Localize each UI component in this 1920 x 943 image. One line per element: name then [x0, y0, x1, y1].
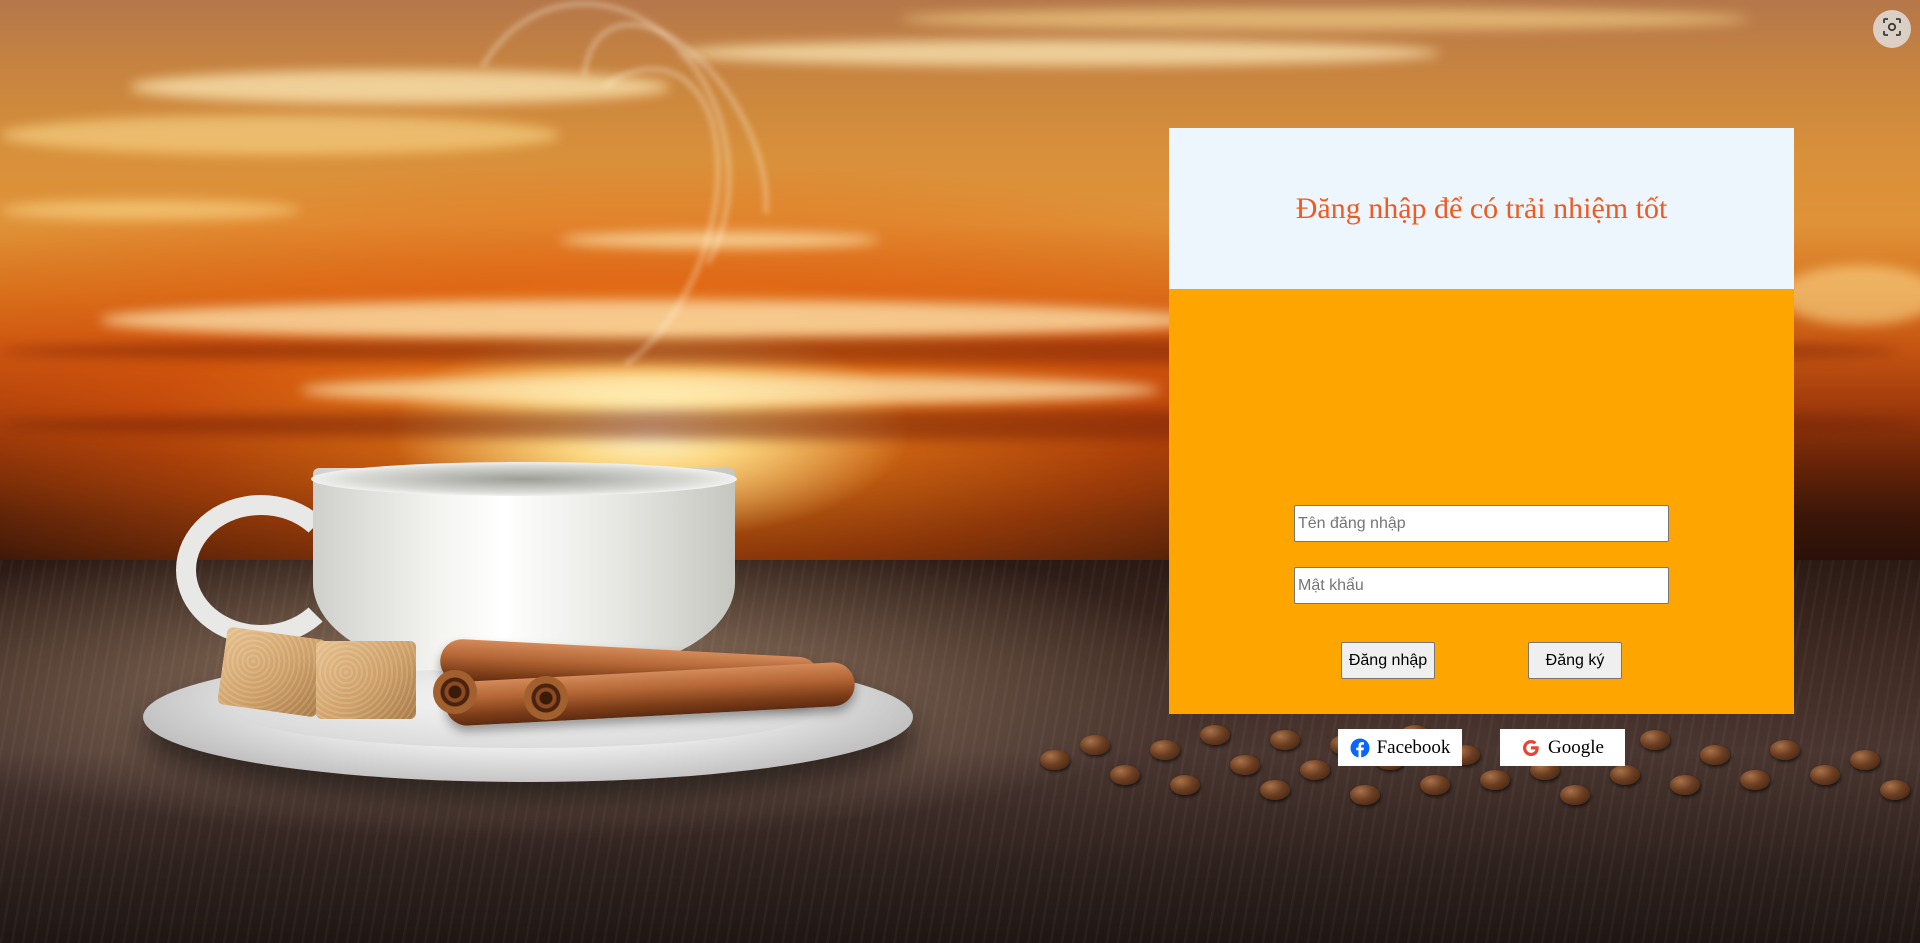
google-icon: [1521, 738, 1541, 758]
coffee-bean: [1740, 770, 1770, 790]
coffee-bean: [1420, 775, 1450, 795]
coffee-bean: [1110, 765, 1140, 785]
coffee-bean: [1270, 730, 1300, 750]
login-page: Đăng nhập để có trải nhiệm tốt Đăng nhập…: [0, 0, 1920, 943]
cloud: [300, 375, 1160, 405]
login-form-panel: Đăng nhập để có trải nhiệm tốt Đăng nhập…: [1169, 128, 1794, 766]
coffee-bean: [1810, 765, 1840, 785]
coffee-bean: [1880, 780, 1910, 800]
coffee-bean: [1350, 785, 1380, 805]
coffee-bean: [1040, 750, 1070, 770]
password-input[interactable]: [1294, 567, 1669, 604]
cinnamon-stick-end: [433, 670, 477, 714]
coffee-bean: [1850, 750, 1880, 770]
cloud: [680, 40, 1440, 66]
screenshot-capture-button[interactable]: [1873, 10, 1911, 48]
coffee-bean: [1700, 745, 1730, 765]
coffee-bean: [1640, 730, 1670, 750]
cup-rim: [311, 462, 737, 496]
google-login-button[interactable]: Google: [1500, 729, 1625, 766]
login-panel-header: Đăng nhập để có trải nhiệm tốt: [1169, 128, 1794, 289]
sugar-cube: [316, 641, 416, 719]
coffee-bean: [1150, 740, 1180, 760]
register-button[interactable]: Đăng ký: [1528, 642, 1622, 679]
screenshot-capture-icon: [1882, 17, 1902, 42]
login-title: Đăng nhập để có trải nhiệm tốt: [1295, 191, 1668, 225]
username-input[interactable]: [1294, 505, 1669, 542]
coffee-bean: [1480, 770, 1510, 790]
coffee-bean: [1170, 775, 1200, 795]
facebook-label: Facebook: [1376, 736, 1451, 758]
cinnamon-stick-end: [524, 676, 568, 720]
cloud: [900, 8, 1750, 30]
sugar-cube: [217, 626, 327, 718]
cloud: [0, 200, 300, 220]
coffee-bean: [1260, 780, 1290, 800]
login-button[interactable]: Đăng nhập: [1341, 642, 1435, 679]
coffee-bean: [1200, 725, 1230, 745]
coffee-bean: [1080, 735, 1110, 755]
coffee-bean: [1670, 775, 1700, 795]
coffee-bean: [1230, 755, 1260, 775]
coffee-bean: [1610, 765, 1640, 785]
facebook-login-button[interactable]: Facebook: [1338, 729, 1462, 766]
login-panel-body: Đăng nhập Đăng ký Facebook Google: [1169, 289, 1794, 766]
coffee-bean: [1770, 740, 1800, 760]
google-label: Google: [1548, 736, 1604, 758]
coffee-bean: [1560, 785, 1590, 805]
coffee-bean: [1300, 760, 1330, 780]
facebook-icon: [1350, 738, 1370, 758]
